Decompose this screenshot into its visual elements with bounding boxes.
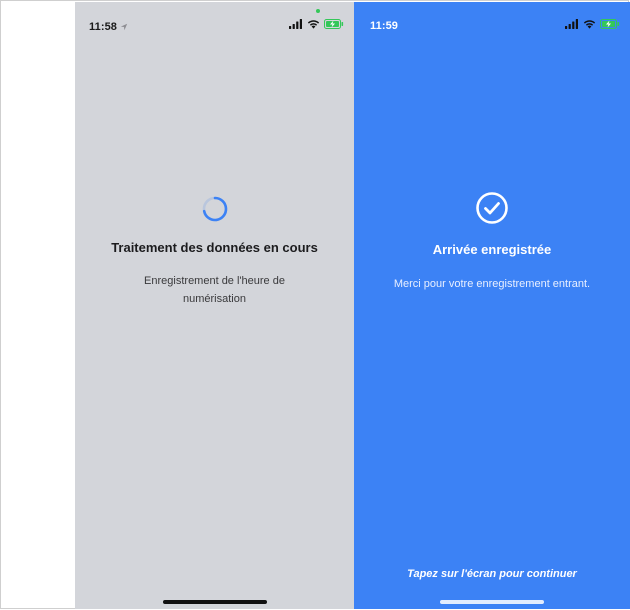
arrival-confirmation-screen[interactable]: 11:59 Arrivée enregistrée Merci pour vot… bbox=[354, 2, 630, 609]
status-bar: 11:58 bbox=[75, 2, 354, 44]
checkmark-circle-icon bbox=[475, 191, 509, 225]
privacy-indicator-dot bbox=[316, 9, 320, 13]
status-icons bbox=[565, 19, 620, 29]
processing-subtitle: Enregistrement de l'heure de numérisatio… bbox=[144, 275, 285, 305]
cellular-signal-icon bbox=[565, 19, 578, 29]
loading-spinner-icon bbox=[201, 195, 229, 223]
home-indicator[interactable] bbox=[440, 600, 544, 604]
status-bar: 11:59 bbox=[354, 2, 630, 44]
arrival-subtitle: Merci pour votre enregistrement entrant. bbox=[393, 278, 591, 290]
wifi-icon bbox=[583, 20, 596, 29]
status-time: 11:58 bbox=[89, 21, 128, 33]
status-time: 11:59 bbox=[370, 20, 399, 32]
battery-charging-icon bbox=[600, 19, 620, 29]
status-icons bbox=[289, 19, 344, 29]
screenshot-frame: 11:58 Traitement des données en cours En… bbox=[0, 0, 630, 609]
location-arrow-icon bbox=[120, 23, 128, 31]
processing-title: Traitement des données en cours bbox=[111, 240, 318, 255]
battery-charging-icon bbox=[324, 19, 344, 29]
home-indicator[interactable] bbox=[162, 600, 267, 604]
tap-to-continue-hint[interactable]: Tapez sur l'écran pour continuer bbox=[354, 568, 630, 580]
cellular-signal-icon bbox=[289, 19, 302, 29]
processing-screen: 11:58 Traitement des données en cours En… bbox=[75, 2, 354, 609]
wifi-icon bbox=[307, 20, 320, 29]
arrival-title: Arrivée enregistrée bbox=[432, 242, 552, 257]
